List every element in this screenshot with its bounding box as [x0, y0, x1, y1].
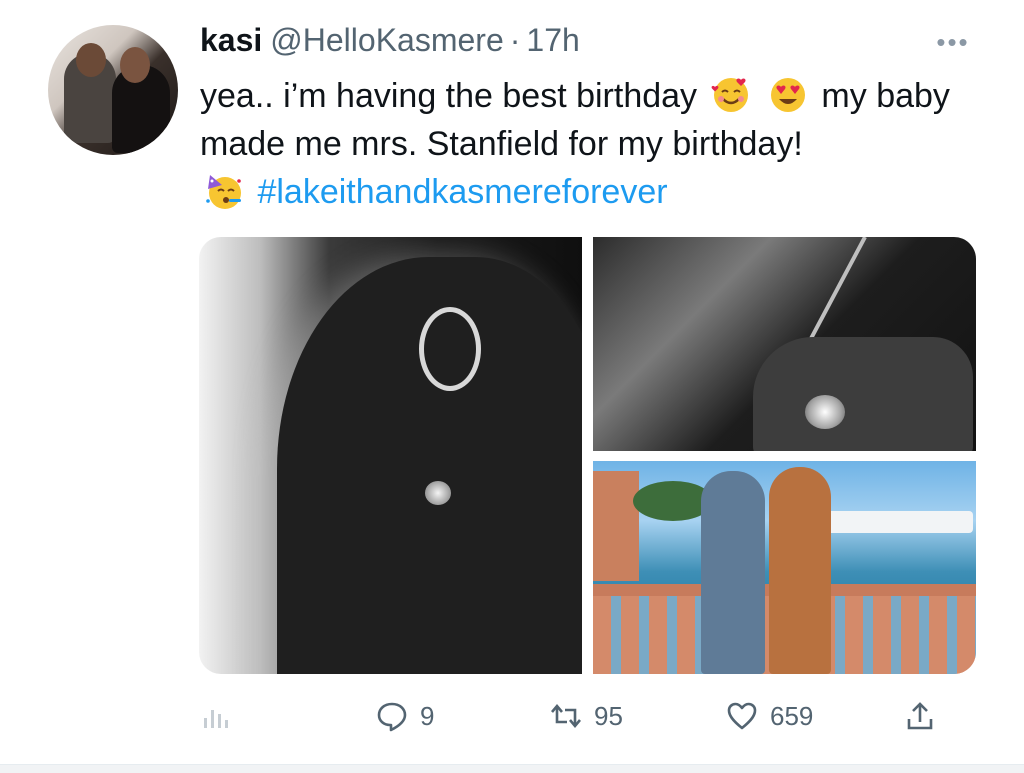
tweet-header: kasi @HelloKasmere · 17h	[200, 22, 580, 62]
tweet-actions: 9 95 659	[200, 694, 980, 738]
hashtag-link[interactable]: #lakeithandkasmereforever	[257, 173, 667, 211]
author-display-name[interactable]: kasi	[200, 22, 262, 59]
smiling-face-with-hearts-icon	[711, 78, 748, 112]
photo-person	[701, 471, 765, 674]
tweet-photo-2[interactable]	[593, 237, 976, 451]
media-grid	[199, 237, 976, 674]
like-button[interactable]: 659	[726, 694, 813, 738]
photo-ring	[425, 481, 451, 505]
reply-button[interactable]: 9	[376, 694, 434, 738]
tweet-photo-1[interactable]	[199, 237, 582, 674]
heart-eyes-icon	[770, 78, 805, 112]
author-handle[interactable]: @HelloKasmere	[270, 22, 503, 59]
photo-person	[769, 467, 831, 674]
more-options-icon[interactable]: •••	[930, 27, 976, 57]
photo-building	[593, 471, 639, 581]
retweet-button[interactable]: 95	[550, 694, 623, 738]
analytics-button[interactable]	[200, 694, 232, 738]
photo-boats	[823, 511, 973, 533]
bar-chart-icon	[204, 710, 228, 728]
heart-icon	[727, 702, 757, 730]
reply-icon	[377, 702, 407, 732]
avatar-figure	[76, 43, 106, 77]
photo-hand	[753, 337, 973, 451]
share-icon	[907, 702, 933, 730]
retweet-icon	[551, 703, 581, 729]
tweet-timestamp[interactable]: 17h	[526, 22, 579, 59]
partying-face-icon	[206, 175, 241, 209]
photo-chain	[806, 237, 867, 344]
retweet-count: 95	[594, 700, 623, 731]
like-count: 659	[770, 700, 814, 731]
author-avatar[interactable]	[48, 25, 178, 155]
share-button[interactable]	[904, 694, 936, 738]
tweet-photo-3[interactable]	[593, 461, 976, 674]
tweet-text-part: yea.. i’m having the best birthday	[200, 77, 698, 115]
avatar-figure	[120, 47, 150, 83]
reply-count: 9	[420, 700, 435, 731]
tweet: kasi @HelloKasmere · 17h ••• yea.. i’m h…	[0, 0, 1024, 773]
photo-earring	[419, 307, 481, 391]
divider	[0, 764, 1024, 773]
tweet-text: yea.. i’m having the best birthday my ba…	[200, 72, 1000, 216]
header-separator: ·	[509, 22, 521, 58]
photo-ring	[805, 395, 845, 429]
